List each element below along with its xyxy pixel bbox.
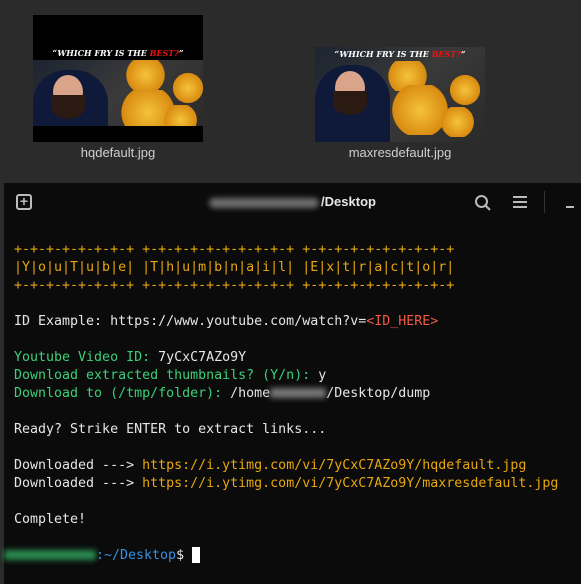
- banner-line: +-+-+-+-+-+-+-+ +-+-+-+-+-+-+-+-+-+ +-+-…: [14, 278, 455, 293]
- file-name[interactable]: hqdefault.jpg: [18, 145, 218, 160]
- search-icon[interactable]: [474, 194, 492, 212]
- banner-line: +-+-+-+-+-+-+-+ +-+-+-+-+-+-+-+-+-+ +-+-…: [14, 242, 455, 257]
- download-link[interactable]: https://i.ytimg.com/vi/7yCxC7AZo9Y/maxre…: [142, 476, 558, 491]
- complete-line: Complete!: [14, 512, 87, 527]
- shell-prompt[interactable]: :~/Desktop$: [4, 547, 558, 565]
- thumbnail-maxresdefault[interactable]: “WHICH FRY IS THE BEST?”: [315, 47, 485, 142]
- thumbnail-hqdefault[interactable]: “WHICH FRY IS THE BEST?”: [33, 15, 203, 142]
- window-title: /Desktop: [4, 194, 581, 209]
- file-name[interactable]: maxresdefault.jpg: [300, 145, 500, 160]
- terminal-output[interactable]: +-+-+-+-+-+-+-+ +-+-+-+-+-+-+-+-+-+ +-+-…: [4, 241, 559, 565]
- redacted-host: [4, 550, 96, 560]
- header-divider: [544, 191, 545, 213]
- download-prompt-line: Download extracted thumbnails? (Y/n): y: [14, 368, 327, 383]
- thumbnail-caption: “WHICH FRY IS THE BEST?”: [52, 48, 184, 58]
- downloaded-line: Downloaded ---> https://i.ytimg.com/vi/7…: [14, 458, 527, 473]
- downloaded-line: Downloaded ---> https://i.ytimg.com/vi/7…: [14, 476, 559, 491]
- terminal-window[interactable]: + /Desktop +-+-+-+-+-+-+-+ +-+-+-+-+-+-+…: [4, 183, 581, 584]
- minimize-icon[interactable]: [566, 206, 574, 208]
- banner-line: |Y|o|u|T|u|b|e| |T|h|u|m|b|n|a|i|l| |E|x…: [14, 260, 455, 275]
- ready-line: Ready? Strike ENTER to extract links...: [14, 422, 327, 437]
- thumbnail-caption: “WHICH FRY IS THE BEST?”: [334, 49, 466, 59]
- id-example-line: ID Example: https://www.youtube.com/watc…: [14, 314, 439, 329]
- folder-line: Download to (/tmp/folder): /home/Desktop…: [14, 386, 431, 401]
- menu-icon[interactable]: [513, 195, 527, 209]
- redacted-user: [209, 197, 320, 208]
- terminal-header: + /Desktop: [4, 183, 581, 221]
- download-link[interactable]: https://i.ytimg.com/vi/7yCxC7AZo9Y/hqdef…: [142, 458, 526, 473]
- video-id-line: Youtube Video ID: 7yCxC7AZo9Y: [14, 350, 247, 365]
- cursor: [192, 547, 201, 563]
